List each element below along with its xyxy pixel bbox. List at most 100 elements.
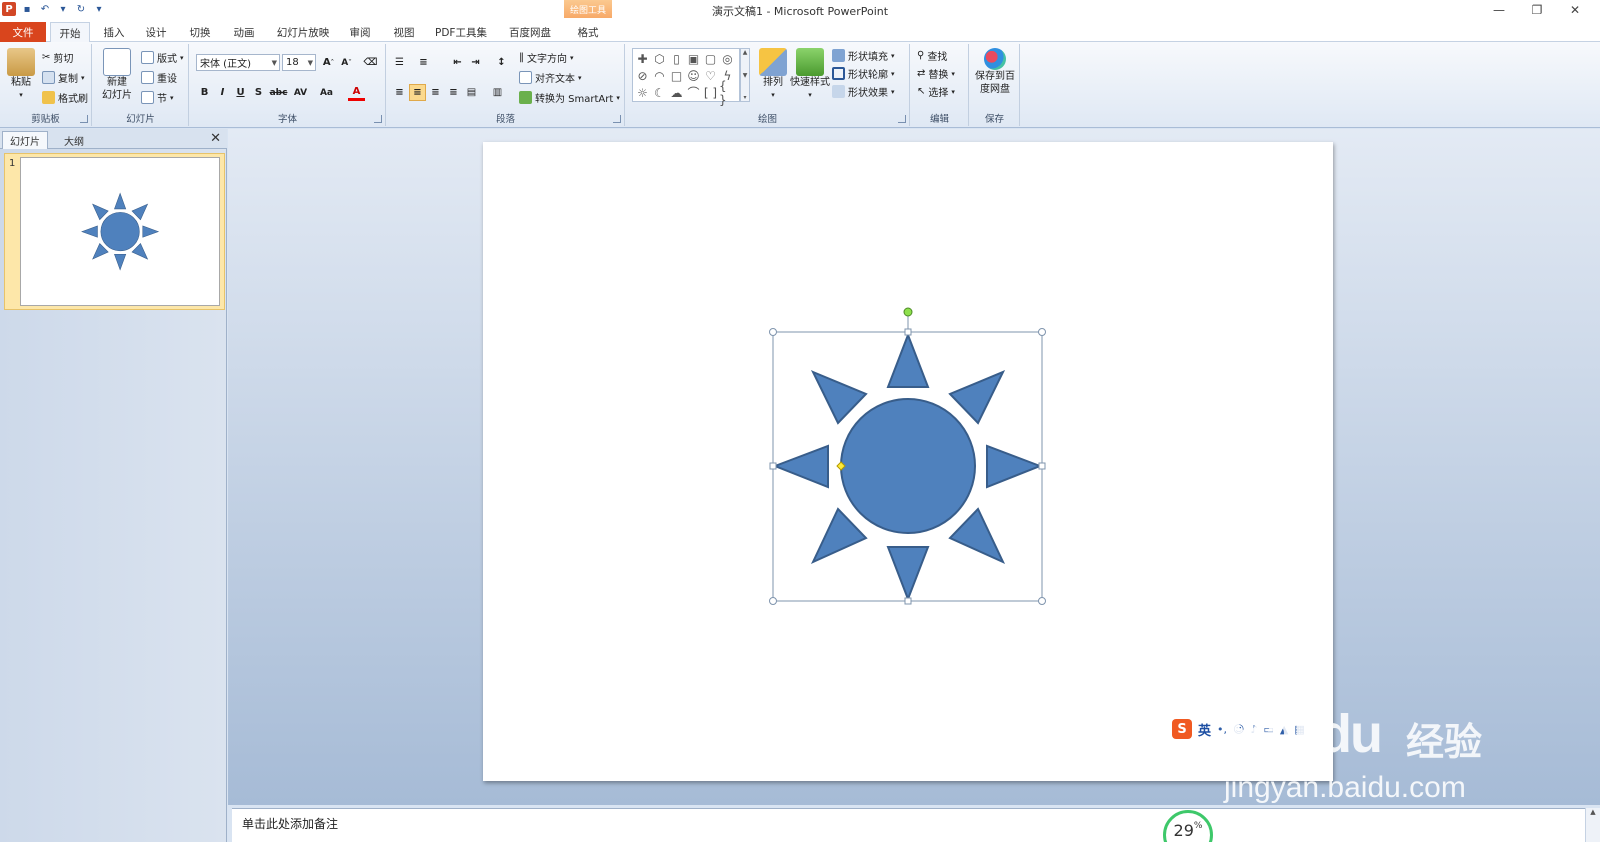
tab-design[interactable]: 设计 — [138, 23, 174, 42]
columns-icon[interactable]: ▥ — [489, 84, 506, 101]
tab-outline-panel[interactable]: 大纲 — [50, 131, 98, 149]
slide-thumbnail[interactable] — [20, 157, 220, 306]
minimize-button[interactable]: — — [1480, 0, 1518, 20]
shapes-gallery[interactable]: ✚ ⬡ ▯ ▣ ▢ ◎ ⊘ ◠ □ ☺ ♡ ϟ ☼ ☾ ☁ ⌒ [ ] { } — [632, 48, 740, 107]
shape-bracket-icon[interactable]: [ ] — [702, 84, 719, 101]
clipboard-launcher-icon[interactable] — [80, 115, 88, 123]
tab-format[interactable]: 格式 — [566, 23, 610, 42]
underline-button[interactable]: U — [232, 84, 249, 101]
font-name-select[interactable]: 宋体 (正文) ▼ — [196, 54, 280, 71]
justify-icon[interactable]: ≡ — [445, 84, 462, 101]
slide-thumbnail-selected[interactable]: 1 — [4, 153, 225, 310]
font-color-button[interactable]: A — [348, 84, 365, 101]
tab-baidu-netdisk[interactable]: 百度网盘 — [500, 23, 560, 42]
shape-noentry-icon[interactable]: ⊘ — [634, 67, 651, 84]
tab-slides-panel[interactable]: 幻灯片 — [2, 131, 48, 149]
shrink-font-icon[interactable]: Aˇ — [338, 54, 355, 71]
voice-icon[interactable]: ♪ — [1250, 723, 1257, 736]
select-button[interactable]: ↖ 选择 ▾ — [917, 84, 955, 99]
shape-moon-icon[interactable]: ☾ — [651, 84, 668, 101]
quick-styles-button[interactable]: 快速样式 ▾ — [790, 48, 830, 102]
punctuation-icon[interactable]: •, — [1217, 723, 1227, 736]
increase-indent-icon[interactable]: ⇥ — [467, 54, 484, 71]
font-size-select[interactable]: 18 ▼ — [282, 54, 316, 71]
bullets-icon[interactable]: ☰ — [391, 54, 408, 71]
shape-cube-icon[interactable]: ▣ — [685, 50, 702, 67]
resize-handle-top-left[interactable] — [769, 328, 777, 336]
slide-canvas[interactable] — [483, 142, 1333, 781]
tab-animations[interactable]: 动画 — [226, 23, 262, 42]
resize-handle-top[interactable] — [904, 328, 912, 336]
rotation-handle[interactable] — [903, 307, 913, 317]
strikethrough-button[interactable]: abc — [270, 84, 288, 101]
align-center-icon[interactable]: ≡ — [409, 84, 426, 101]
tab-insert[interactable]: 插入 — [96, 23, 132, 42]
drawing-launcher-icon[interactable] — [898, 115, 906, 123]
find-button[interactable]: ⚲ 查找 — [917, 48, 947, 63]
shapes-gallery-scroll[interactable]: ▲ ▼ ▾ — [740, 48, 750, 102]
italic-button[interactable]: I — [214, 84, 231, 101]
shape-effects-button[interactable]: 形状效果 ▾ — [832, 84, 895, 99]
shape-arc-icon[interactable]: ◠ — [651, 67, 668, 84]
toolbox-icon[interactable]: ▦ — [1294, 723, 1304, 736]
keyboard-icon[interactable]: ▭ — [1264, 723, 1274, 736]
skin-icon[interactable]: ▲ — [1280, 723, 1288, 736]
resize-handle-left[interactable] — [769, 462, 777, 470]
shape-outline-button[interactable]: 形状轮廓 ▾ — [832, 66, 895, 81]
shape-octagon-icon[interactable]: ⬡ — [651, 50, 668, 67]
text-direction-button[interactable]: ‖ 文字方向 ▾ — [519, 50, 574, 65]
clear-formatting-icon[interactable]: ⌫ — [362, 54, 379, 71]
sogou-logo-icon[interactable]: S — [1172, 719, 1192, 739]
numbering-icon[interactable]: ≡ — [415, 54, 432, 71]
line-spacing-icon[interactable]: ↕ — [493, 54, 510, 71]
restore-button[interactable]: ❐ — [1518, 0, 1556, 20]
font-launcher-icon[interactable] — [374, 115, 382, 123]
resize-handle-top-right[interactable] — [1038, 328, 1046, 336]
resize-handle-bottom-left[interactable] — [769, 597, 777, 605]
shape-heart-icon[interactable]: ♡ — [702, 67, 719, 84]
tab-file[interactable]: 文件 — [0, 22, 46, 42]
align-right-icon[interactable]: ≡ — [427, 84, 444, 101]
reset-button[interactable]: 重设 — [141, 70, 177, 85]
character-spacing-button[interactable]: AV — [292, 84, 309, 101]
change-case-button[interactable]: Aa — [318, 84, 335, 101]
shape-plus-icon[interactable]: ✚ — [634, 50, 651, 67]
close-panel-icon[interactable]: ✕ — [210, 131, 221, 146]
cut-button[interactable]: ✂ 剪切 — [42, 50, 73, 65]
shape-cloud-icon[interactable]: ☁ — [668, 84, 685, 101]
text-shadow-button[interactable]: S — [250, 84, 267, 101]
shape-fill-button[interactable]: 形状填充 ▾ — [832, 48, 895, 63]
notes-placeholder[interactable]: 单击此处添加备注 — [242, 815, 338, 832]
emoji-icon[interactable]: ☺ — [1233, 723, 1244, 736]
close-button[interactable]: ✕ — [1556, 0, 1594, 20]
replace-button[interactable]: ⇄ 替换 ▾ — [917, 66, 955, 81]
grow-font-icon[interactable]: Aˆ — [320, 54, 337, 71]
shape-brace-icon[interactable]: { } — [719, 79, 736, 107]
tab-review[interactable]: 审阅 — [342, 23, 378, 42]
paste-button[interactable]: 粘贴 ▾ — [4, 48, 38, 102]
tab-slideshow[interactable]: 幻灯片放映 — [270, 23, 336, 42]
paragraph-launcher-icon[interactable] — [613, 115, 621, 123]
decrease-indent-icon[interactable]: ⇤ — [449, 54, 466, 71]
tab-pdf-tools[interactable]: PDF工具集 — [430, 23, 492, 42]
shape-smiley-icon[interactable]: ☺ — [685, 67, 702, 84]
shape-can-icon[interactable]: ▯ — [668, 50, 685, 67]
new-slide-button[interactable]: 新建 幻灯片 — [97, 48, 137, 102]
tab-view[interactable]: 视图 — [386, 23, 422, 42]
shape-curve-icon[interactable]: ⌒ — [685, 84, 702, 101]
ime-language-toggle[interactable]: 英 — [1198, 720, 1211, 739]
notes-pane[interactable]: 单击此处添加备注 — [232, 808, 1585, 842]
distributed-icon[interactable]: ▤ — [463, 84, 480, 101]
copy-button[interactable]: 复制 ▾ — [42, 70, 85, 85]
section-button[interactable]: 节 ▾ — [141, 90, 174, 105]
resize-handle-bottom[interactable] — [904, 597, 912, 605]
resize-handle-right[interactable] — [1038, 462, 1046, 470]
arrange-button[interactable]: 排列 ▾ — [756, 48, 790, 102]
convert-smartart-button[interactable]: 转换为 SmartArt ▾ — [519, 90, 620, 105]
layout-button[interactable]: 版式 ▾ — [141, 50, 184, 65]
align-text-button[interactable]: 对齐文本 ▾ — [519, 70, 582, 85]
save-to-baidu-button[interactable]: 保存到百 度网盘 — [972, 48, 1018, 96]
shape-donut-icon[interactable]: ◎ — [719, 50, 736, 67]
bold-button[interactable]: B — [196, 84, 213, 101]
align-left-icon[interactable]: ≡ — [391, 84, 408, 101]
